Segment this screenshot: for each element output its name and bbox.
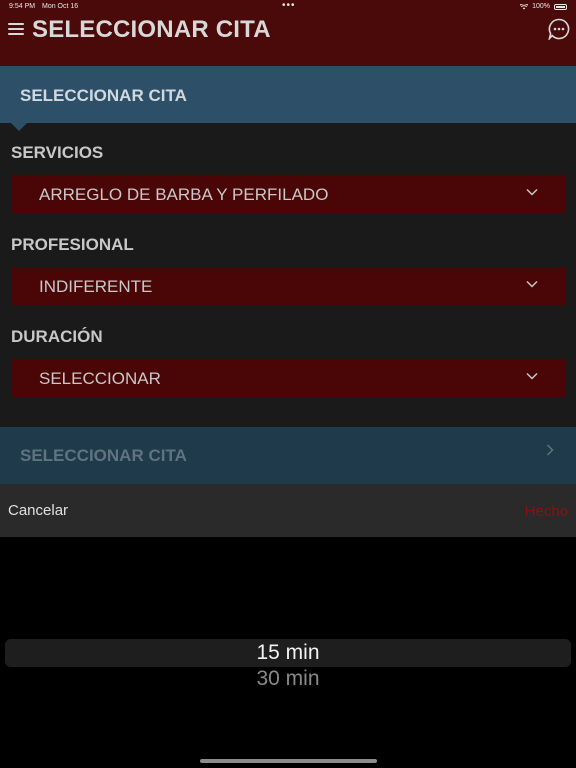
app-header: 9:54 PM Mon Oct 16 ••• 100% SELECCIONAR … — [0, 0, 576, 66]
wifi-icon — [520, 3, 529, 9]
professional-label: PROFESIONAL — [11, 235, 134, 254]
page-title: SELECCIONAR CITA — [32, 16, 271, 43]
duration-select[interactable]: SELECCIONAR — [11, 359, 566, 397]
duration-value: SELECCIONAR — [39, 369, 161, 388]
home-indicator — [200, 759, 377, 763]
status-right: 100% — [520, 3, 567, 10]
professional-value: INDIFERENTE — [39, 277, 153, 296]
select-appointment-label: SELECCIONAR CITA — [20, 446, 187, 465]
section-pointer — [11, 123, 27, 131]
picker-option[interactable]: 30 min — [0, 667, 576, 691]
app-screen: 9:54 PM Mon Oct 16 ••• 100% SELECCIONAR … — [0, 0, 576, 768]
status-time: 9:54 PM — [9, 3, 36, 10]
status-date: Mon Oct 16 — [42, 3, 79, 10]
status-bar: 9:54 PM Mon Oct 16 ••• 100% — [0, 0, 576, 14]
chevron-down-icon — [526, 188, 538, 196]
section-header: SELECCIONAR CITA — [0, 66, 576, 123]
services-value: ARREGLO DE BARBA Y PERFILADO — [39, 185, 329, 204]
battery-percent: 100% — [532, 3, 550, 10]
section-title: SELECCIONAR CITA — [20, 86, 187, 105]
chevron-down-icon — [526, 280, 538, 288]
picker-toolbar: Cancelar Hecho — [0, 484, 576, 537]
chat-bubble-icon[interactable] — [548, 18, 570, 40]
chevron-down-icon — [526, 372, 538, 380]
picker-option-selected[interactable]: 15 min — [0, 641, 576, 665]
battery-icon — [554, 3, 567, 10]
services-label: SERVICIOS — [11, 143, 104, 162]
multitask-dots[interactable]: ••• — [282, 0, 296, 11]
professional-select[interactable]: INDIFERENTE — [11, 267, 566, 305]
select-appointment-button[interactable]: SELECCIONAR CITA — [0, 427, 576, 484]
done-button[interactable]: Hecho — [525, 503, 568, 520]
chevron-right-icon — [546, 444, 554, 456]
duration-label: DURACIÓN — [11, 327, 103, 346]
services-select[interactable]: ARREGLO DE BARBA Y PERFILADO — [11, 175, 566, 213]
duration-picker[interactable]: 15 min 30 min — [0, 537, 576, 768]
hamburger-menu-icon[interactable] — [8, 23, 24, 37]
cancel-button[interactable]: Cancelar — [8, 502, 68, 519]
